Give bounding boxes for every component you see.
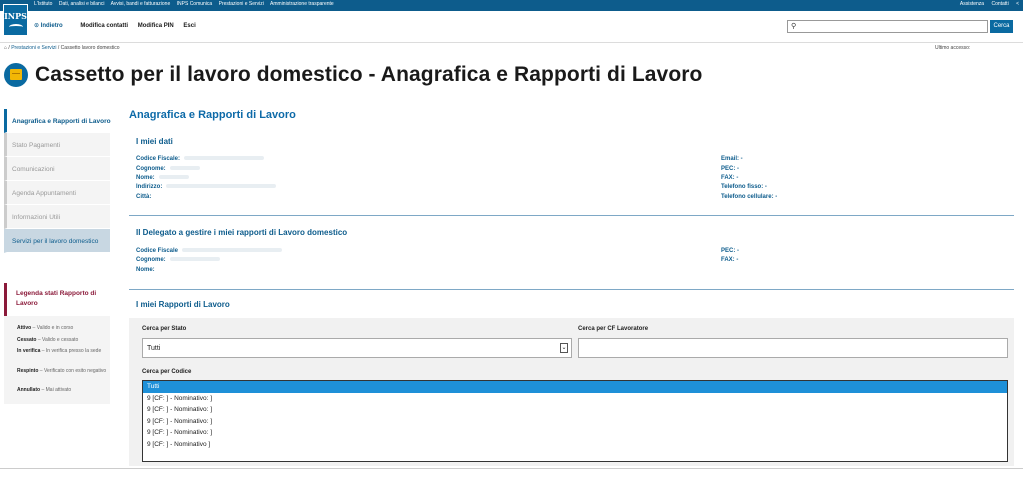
delegate-cognome-label: Cognome: — [136, 257, 220, 263]
logo-wave-icon — [8, 24, 23, 30]
drawer-icon — [4, 63, 28, 87]
logo-text: INPS — [4, 11, 27, 21]
top-link-istituto[interactable]: L'Istituto — [34, 1, 52, 7]
code-option[interactable]: Tutti — [143, 381, 1007, 393]
top-link-trasparente[interactable]: Amministrazione trasparente — [270, 1, 334, 7]
top-navigation-bar: L'Istituto Dati, analisi e bilanci Avvis… — [0, 0, 1023, 11]
search-code-label: Cerca per Codice — [142, 369, 192, 375]
my-data-title: I miei dati — [136, 137, 173, 146]
top-link-assistenza[interactable]: Assistenza — [960, 1, 984, 7]
page-title: Cassetto per il lavoro domestico - Anagr… — [35, 63, 703, 86]
sidebar-item-informazioni[interactable]: Informazioni Utili — [4, 205, 110, 229]
code-option[interactable]: 9 [CF: ] - Nominativo: ] — [143, 416, 1007, 428]
top-links: L'Istituto Dati, analisi e bilanci Avvis… — [34, 1, 339, 7]
search-icon: ⚲ — [791, 23, 797, 30]
search-cf-label: Cerca per CF Lavoratore — [578, 326, 649, 332]
top-link-avvisi[interactable]: Avvisi, bandi e fatturazione — [111, 1, 171, 7]
top-link-contatti[interactable]: Contatti — [991, 1, 1008, 7]
chevron-down-icon: ⌄ — [560, 343, 568, 353]
cf-worker-input[interactable] — [578, 338, 1008, 358]
modifica-contatti-link[interactable]: Modifica contatti — [80, 23, 128, 29]
telefono-fisso-label: Telefono fisso: - — [721, 184, 767, 190]
delegate-cf-label: Codice Fiscale — [136, 248, 283, 254]
code-option[interactable]: 9 [CF: ] - Nominativo: ] — [143, 393, 1007, 405]
pec-label: PEC: - — [721, 166, 739, 172]
section-main-title: Anagrafica e Rapporti di Lavoro — [129, 109, 296, 121]
legend-row: Attivo – Valido e in corso — [17, 325, 74, 331]
top-link-comunica[interactable]: INPS Comunica — [177, 1, 213, 7]
legend-row: Cessato – Valido e cessato — [17, 337, 79, 343]
esci-link[interactable]: Esci — [183, 23, 195, 29]
delegate-fax-label: FAX: - — [721, 257, 739, 263]
code-option[interactable]: 9 [CF: ] - Nominativo: ] — [143, 404, 1007, 416]
search-button[interactable]: Cerca — [990, 20, 1013, 33]
sidebar-item-stato-pagamenti[interactable]: Stato Pagamenti — [4, 133, 110, 157]
top-right-links: Assistenza Contatti < — [954, 1, 1019, 7]
relations-title: I miei Rapporti di Lavoro — [136, 300, 230, 309]
legend-row: In verifica – In verifica presso la sede — [17, 348, 102, 354]
legend-row: Annullato – Mai attivato — [17, 387, 72, 393]
sidebar-item-servizi[interactable]: Servizi per il lavoro domestico — [4, 229, 110, 253]
delegate-pec-label: PEC: - — [721, 248, 739, 254]
code-listbox[interactable]: Tutti 9 [CF: ] - Nominativo: ] 9 [CF: ] … — [142, 380, 1008, 462]
cf-label: Codice Fiscale: — [136, 156, 265, 162]
fax-label: FAX: - — [721, 175, 739, 181]
legend-title: Legenda stati Rapporto di Lavoro — [4, 283, 110, 316]
last-access-label: Ultimo accesso: — [935, 45, 971, 51]
status-legend: Legenda stati Rapporto di Lavoro Attivo … — [4, 283, 110, 404]
top-link-prestazioni[interactable]: Prestazioni e Servizi — [219, 1, 264, 7]
divider — [129, 215, 1014, 216]
citta-label: Città: — [136, 194, 152, 200]
sidebar-item-comunicazioni[interactable]: Comunicazioni — [4, 157, 110, 181]
search-input[interactable]: ⚲ — [787, 20, 988, 33]
sidebar-item-agenda[interactable]: Agenda Appuntamenti — [4, 181, 110, 205]
modifica-pin-link[interactable]: Modifica PIN — [138, 23, 174, 29]
delegate-title: Il Delegato a gestire i miei rapporti di… — [136, 228, 348, 237]
breadcrumb-item[interactable]: Prestazioni e Servizi — [11, 45, 56, 51]
back-button[interactable]: ⊙ Indietro — [34, 23, 71, 29]
code-option[interactable]: 9 [CF: ] - Nominativo ] — [143, 439, 1007, 451]
sidebar-item-anagrafica[interactable]: Anagrafica e Rapporti di Lavoro — [4, 109, 111, 133]
top-link-dati[interactable]: Dati, analisi e bilanci — [59, 1, 105, 7]
legend-row: Respinto – Verificato con esito negativo — [17, 368, 107, 374]
telefono-cellulare-label: Telefono cellulare: - — [721, 194, 778, 200]
email-label: Email: - — [721, 156, 743, 162]
code-option[interactable]: 9 [CF: ] - Nominativo: ] — [143, 427, 1007, 439]
breadcrumb-current: Cassetto lavoro domestico — [60, 45, 120, 51]
delegate-nome-label: Nome: — [136, 267, 155, 273]
secondary-nav: ⊙ Indietro Modifica contatti Modifica PI… — [34, 22, 204, 29]
sidebar: Anagrafica e Rapporti di Lavoro Stato Pa… — [4, 109, 111, 253]
divider — [0, 468, 1023, 469]
inps-logo[interactable]: INPS — [3, 4, 28, 36]
state-select[interactable]: Tutti ⌄ — [142, 338, 572, 358]
share-icon[interactable]: < — [1016, 1, 1019, 7]
divider — [0, 42, 1023, 43]
nome-label: Nome: — [136, 175, 189, 181]
home-icon[interactable]: ⌂ — [4, 45, 7, 51]
indirizzo-label: Indirizzo: — [136, 184, 277, 190]
divider — [129, 289, 1014, 290]
breadcrumb: ⌂ / Prestazioni e Servizi / Cassetto lav… — [4, 45, 120, 51]
search-state-label: Cerca per Stato — [142, 326, 187, 332]
back-label: Indietro — [40, 23, 63, 29]
cognome-label: Cognome: — [136, 166, 200, 172]
state-select-value: Tutti — [147, 345, 161, 352]
